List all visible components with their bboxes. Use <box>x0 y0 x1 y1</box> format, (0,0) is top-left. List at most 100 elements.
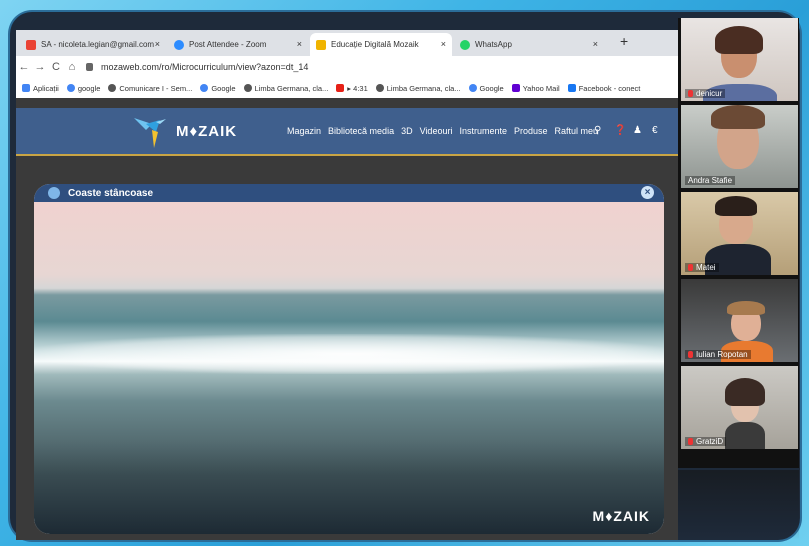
back-button[interactable]: ← <box>16 61 32 73</box>
tab-zoom[interactable]: Post Attendee - Zoom × <box>168 33 308 56</box>
wave-foam <box>34 334 664 374</box>
bookmark-item[interactable]: Comunicare I - Sem... <box>108 84 192 93</box>
tab-whatsapp[interactable]: WhatsApp × <box>454 33 604 56</box>
participant-hair <box>715 26 763 54</box>
menu-item-raftul-meu[interactable]: Raftul meu <box>555 126 599 136</box>
mozaik-watermark: M♦ZAIK <box>592 508 650 524</box>
bookmark-item[interactable]: Google <box>468 83 504 93</box>
close-tab-icon[interactable]: × <box>593 39 598 49</box>
bookmark-item[interactable]: Limba Germana, cla... <box>243 83 329 93</box>
gmail-icon <box>26 39 36 50</box>
bookmark-label: Facebook - conect <box>578 83 641 93</box>
close-tab-icon[interactable]: × <box>297 39 302 49</box>
participant-hair <box>715 196 757 216</box>
mozaik-icon <box>316 39 326 50</box>
media-viewer-panel: Coaste stâncoase × M♦ZAIK <box>34 184 664 534</box>
tab-label: Educație Digitală Mozaik <box>331 40 419 49</box>
bookmark-label: google <box>77 83 101 93</box>
bookmark-item[interactable]: Facebook - conect <box>567 83 641 93</box>
participant-hair <box>725 378 765 406</box>
participant-body <box>725 422 765 449</box>
participant-hair <box>727 301 765 315</box>
close-tab-icon[interactable]: × <box>441 39 446 49</box>
globe-icon <box>48 187 60 199</box>
participants-gallery: denicur Andra Stafie Matei Iulian Ropota… <box>678 18 799 468</box>
participant-name: GratziD <box>685 437 727 446</box>
facebook-icon <box>567 84 576 92</box>
reload-button[interactable]: C <box>48 61 64 73</box>
menu-item-instrumente[interactable]: Instrumente <box>459 126 507 136</box>
coast-photo: M♦ZAIK <box>34 202 664 534</box>
bookmark-label: Yahoo Mail <box>522 83 560 93</box>
address-bar: ← → C ⌂ mozaweb.com/ro/Microcurriculum/v… <box>16 56 678 78</box>
participant-tile[interactable]: denicur <box>681 18 798 101</box>
participant-hair <box>711 105 765 129</box>
lock-icon <box>86 63 93 71</box>
menu-item-videouri[interactable]: Videouri <box>420 126 453 136</box>
user-icon[interactable]: ♟ <box>633 125 642 136</box>
site-logo-text[interactable]: M♦ZAIK <box>176 123 237 140</box>
whatsapp-icon <box>460 39 470 50</box>
youtube-icon <box>336 84 345 92</box>
bookmark-item[interactable]: ▸ 4:31 <box>336 83 368 93</box>
main-menu: Magazin Bibliotecă media 3D Videouri Ins… <box>287 126 605 136</box>
cart-icon[interactable]: € <box>652 125 658 136</box>
menu-item-produse[interactable]: Produse <box>514 126 548 136</box>
close-tab-icon[interactable]: × <box>155 39 160 49</box>
hummingbird-logo-icon[interactable] <box>132 110 168 150</box>
zoom-icon <box>174 39 184 50</box>
bookmark-label: Limba Germana, cla... <box>254 83 329 93</box>
tab-gmail[interactable]: SA - nicoleta.legian@gmail.com × <box>20 33 166 56</box>
participant-name: denicur <box>685 89 726 98</box>
participant-name: Matei <box>685 263 719 272</box>
bookmark-label: Comunicare I - Sem... <box>119 83 193 93</box>
participant-tile[interactable]: Iulian Ropotan <box>681 279 798 362</box>
gallery-reflection <box>678 470 799 540</box>
bookmark-item[interactable]: google <box>66 83 101 93</box>
bookmark-item[interactable]: Limba Germana, cla... <box>375 83 461 93</box>
menu-item-magazin[interactable]: Magazin <box>287 126 321 136</box>
mic-muted-icon <box>688 264 693 271</box>
bookmark-item[interactable]: Yahoo Mail <box>511 83 560 93</box>
participant-name: Andra Stafie <box>685 176 736 185</box>
mic-muted-icon <box>688 90 693 97</box>
bookmark-apps[interactable]: Aplicații <box>22 84 59 93</box>
tab-label: WhatsApp <box>475 40 512 49</box>
bookmark-label: ▸ 4:31 <box>347 83 368 93</box>
mic-muted-icon <box>688 438 693 445</box>
apps-grid-icon <box>22 84 30 92</box>
new-tab-button[interactable]: + <box>620 33 628 49</box>
tab-label: SA - nicoleta.legian@gmail.com <box>41 40 155 49</box>
bookmark-label: Google <box>479 83 504 93</box>
page-content: M♦ZAIK Magazin Bibliotecă media 3D Video… <box>16 98 678 540</box>
google-icon <box>200 84 209 92</box>
help-icon[interactable]: ❓ <box>614 125 626 136</box>
participant-name: Iulian Ropotan <box>685 350 751 359</box>
close-panel-button[interactable]: × <box>641 186 654 199</box>
browser-tab-bar: SA - nicoleta.legian@gmail.com × Post At… <box>16 30 678 56</box>
menu-item-biblioteca[interactable]: Bibliotecă media <box>328 126 394 136</box>
panel-title-bar: Coaste stâncoase × <box>34 184 664 202</box>
bookmarks-bar: Aplicații google Comunicare I - Sem... G… <box>16 78 678 99</box>
participant-tile[interactable]: Andra Stafie <box>681 105 798 188</box>
bookmark-label: Aplicații <box>33 83 59 93</box>
bookmark-label: Google <box>211 83 236 93</box>
google-icon <box>66 84 75 92</box>
home-button[interactable]: ⌂ <box>64 61 80 73</box>
url-field[interactable]: mozaweb.com/ro/Microcurriculum/view?azon… <box>101 62 308 72</box>
participant-tile[interactable]: Matei <box>681 192 798 275</box>
tab-mozaik[interactable]: Educație Digitală Mozaik × <box>310 33 452 56</box>
tab-label: Post Attendee - Zoom <box>189 40 267 49</box>
bookmark-item[interactable]: Google <box>200 83 236 93</box>
bookmark-label: Limba Germana, cla... <box>386 83 461 93</box>
menu-item-3d[interactable]: 3D <box>401 126 413 136</box>
forward-button[interactable]: → <box>32 61 48 73</box>
site-header: M♦ZAIK Magazin Bibliotecă media 3D Video… <box>16 108 678 156</box>
participant-tile[interactable]: GratziD <box>681 366 798 449</box>
panel-title: Coaste stâncoase <box>68 187 154 199</box>
mic-muted-icon <box>688 351 693 358</box>
globe-icon <box>108 84 117 92</box>
globe-icon <box>375 84 384 92</box>
search-icon[interactable]: ⚲ <box>594 125 601 136</box>
yahoo-icon <box>511 84 520 92</box>
